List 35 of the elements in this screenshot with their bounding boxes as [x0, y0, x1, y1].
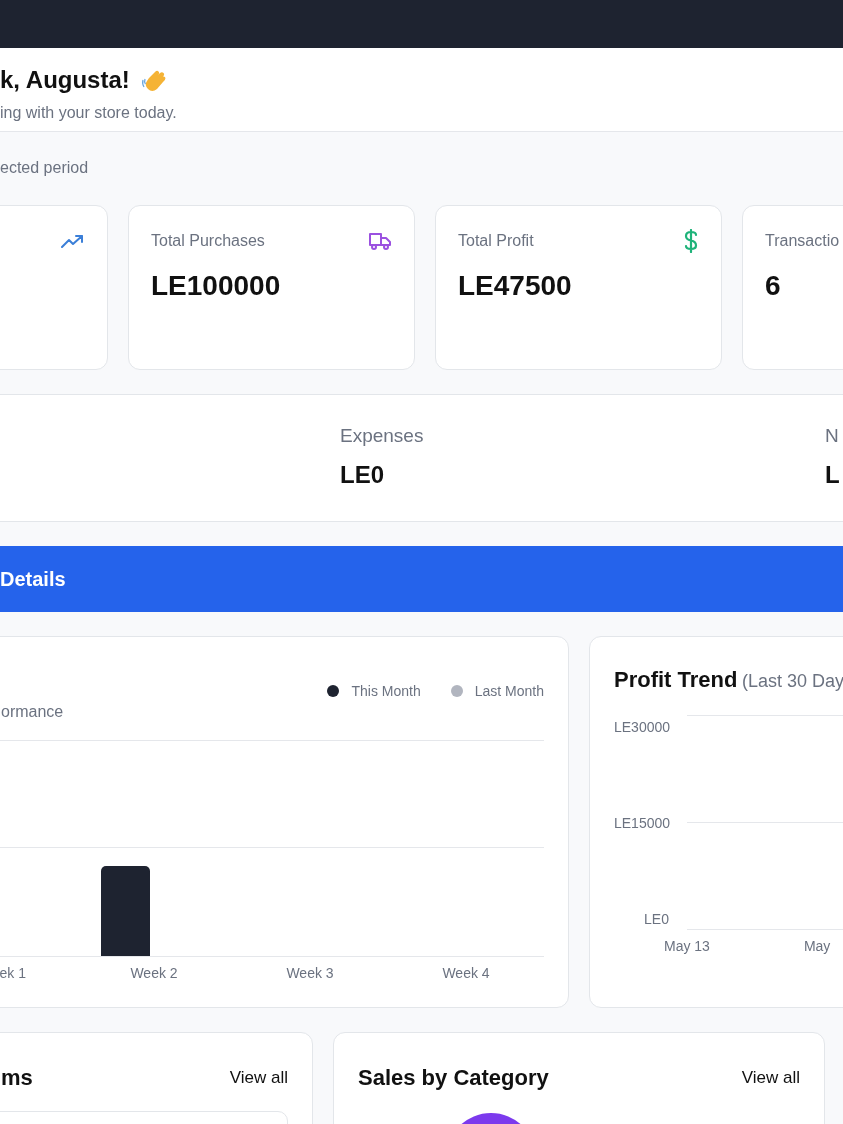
- axis-label: May: [803, 938, 831, 954]
- summary-value: L: [825, 461, 841, 489]
- legend-label: Last Month: [474, 683, 544, 699]
- stat-value: 6: [765, 270, 782, 302]
- stat-value: LE100000: [151, 270, 282, 302]
- section-title: Details: [0, 567, 66, 591]
- dollar-icon: [683, 229, 699, 253]
- period-note: ected period: [0, 159, 90, 178]
- axis-label: Week 2: [129, 965, 179, 981]
- chart-subtitle: (Last 30 Day: [741, 671, 843, 691]
- axis-label: LE15000: [614, 815, 671, 831]
- chart-title: Profit Trend: [614, 667, 738, 692]
- view-all-link[interactable]: View all: [741, 1068, 800, 1088]
- view-all-link[interactable]: View all: [229, 1068, 288, 1088]
- truck-icon: [368, 231, 392, 251]
- chart-subtitle: ormance: [1, 703, 65, 722]
- axis-label: Week 3: [285, 965, 335, 981]
- legend-label: This Month: [351, 683, 421, 699]
- summary-value: LE0: [340, 461, 385, 489]
- axis-label: Week 4: [441, 965, 491, 981]
- axis-label: May 13: [664, 938, 710, 954]
- panel-title: ms: [1, 1065, 33, 1091]
- greeting-subtitle: ing with your store today.: [0, 104, 178, 122]
- stat-label: Total Purchases: [151, 232, 265, 250]
- summary-label: N: [825, 425, 840, 447]
- greeting-title: k, Augusta!: [0, 66, 130, 94]
- trending-up-icon: [61, 234, 85, 248]
- stat-label: Total Profit: [458, 232, 534, 250]
- panel-title: Sales by Category: [358, 1065, 549, 1091]
- axis-label: LE0: [644, 911, 669, 927]
- axis-label: ek 1: [0, 965, 27, 981]
- stat-value: LE47500: [458, 270, 573, 302]
- axis-label: LE30000: [614, 719, 671, 735]
- summary-label: Expenses: [340, 425, 425, 447]
- stat-label: Transactio: [765, 232, 840, 250]
